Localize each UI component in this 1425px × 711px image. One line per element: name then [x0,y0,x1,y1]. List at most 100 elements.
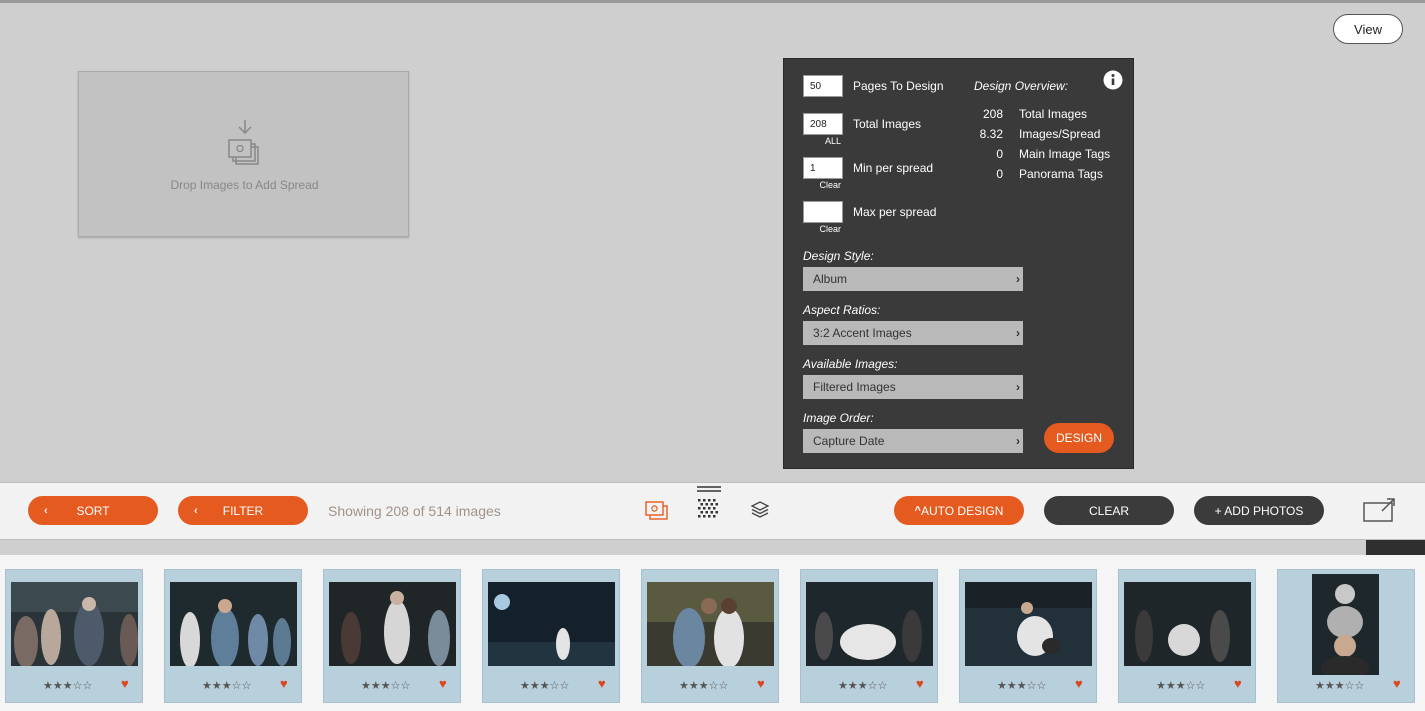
image-strip: ★★★☆☆ ♥ ★★★☆☆ ♥ ★★★☆☆ ♥ ★★★☆☆ ♥ ★★★☆☆ ♥ … [0,555,1425,711]
heart-icon[interactable]: ♥ [280,676,288,691]
min-per-spread-label: Min per spread [853,161,934,175]
image-thumbnail[interactable]: ★★★☆☆ ♥ [1118,569,1256,703]
image-count-status: Showing 208 of 514 images [328,503,501,519]
bottom-toolbar: ‹ SORT ‹ FILTER Showing 208 of 514 image… [0,482,1425,540]
auto-design-button[interactable]: ^ AUTO DESIGN [894,496,1024,525]
overview-images-per-spread-label: Images/Spread [1019,127,1101,141]
overview-main-image-tags-value: 0 [996,147,1003,161]
aspect-ratios-label: Aspect Ratios: [803,303,881,317]
image-thumbnail[interactable]: ★★★☆☆ ♥ [959,569,1097,703]
overview-total-images-label: Total Images [1019,107,1088,121]
add-photos-label: + ADD PHOTOS [1214,503,1304,518]
image-thumbnail[interactable]: ★★★☆☆ ♥ [164,569,302,703]
expand-window-icon[interactable] [1362,497,1396,523]
photo [11,582,138,666]
star-rating[interactable]: ★★★☆☆ [679,679,728,692]
overview-images-per-spread-value: 8.32 [979,127,1003,141]
total-images-label: Total Images [853,117,922,131]
star-rating[interactable]: ★★★☆☆ [43,679,92,692]
image-order-value: Capture Date [813,434,885,448]
drop-images-icon [228,120,259,165]
design-panel: 50 Pages To Design 208 Total Images ALL … [783,58,1134,469]
aspect-ratios-value: 3:2 Accent Images [813,326,912,340]
photo [806,582,933,666]
filter-button[interactable]: ‹ FILTER [178,496,308,525]
image-thumbnail[interactable]: ★★★☆☆ ♥ [641,569,779,703]
add-photos-button[interactable]: + ADD PHOTOS [1194,496,1324,525]
sort-button[interactable]: ‹ SORT [28,496,158,525]
overview-panorama-tags-label: Panorama Tags [1019,167,1103,181]
min-per-spread-input[interactable]: 1 [803,157,843,179]
chevron-right-icon: › [1016,434,1020,448]
filter-label: FILTER [222,503,264,518]
max-per-spread-input[interactable] [803,201,843,223]
spread-workspace: View Drop Images to Add Spread 50 Pages … [0,3,1425,482]
info-icon[interactable] [1103,70,1123,90]
design-overview-title: Design Overview: [974,79,1069,93]
photo-stack-icon[interactable] [645,500,669,522]
auto-design-label: AUTO DESIGN [920,503,1004,518]
image-thumbnail[interactable]: ★★★☆☆ ♥ [5,569,143,703]
available-images-label: Available Images: [803,357,898,371]
photo [1124,582,1251,666]
heart-icon[interactable]: ♥ [439,676,447,691]
star-rating[interactable]: ★★★☆☆ [1315,679,1364,692]
max-per-spread-clear-link[interactable]: Clear [803,224,843,234]
chevron-left-icon: ‹ [44,504,48,517]
heart-icon[interactable]: ♥ [1393,676,1401,691]
image-thumbnail[interactable]: ★★★☆☆ ♥ [323,569,461,703]
min-per-spread-clear-link[interactable]: Clear [803,180,843,190]
aspect-ratios-select[interactable]: 3:2 Accent Images › [803,321,1023,345]
image-thumbnail[interactable]: ★★★☆☆ ♥ [1277,569,1415,703]
design-button[interactable]: DESIGN [1044,423,1114,453]
photo [488,582,615,666]
heart-icon[interactable]: ♥ [598,676,606,691]
image-thumbnail[interactable]: ★★★☆☆ ♥ [482,569,620,703]
photo [329,582,456,666]
photo [170,582,297,666]
overview-panorama-tags-value: 0 [996,167,1003,181]
photo [647,582,774,666]
chevron-right-icon: › [1016,326,1020,340]
heart-icon[interactable]: ♥ [916,676,924,691]
sort-label: SORT [76,503,110,518]
design-style-select[interactable]: Album › [803,267,1023,291]
star-rating[interactable]: ★★★☆☆ [202,679,251,692]
total-images-all-link[interactable]: ALL [803,136,843,146]
heart-icon[interactable]: ♥ [1075,676,1083,691]
overview-total-images-value: 208 [982,107,1003,121]
image-order-label: Image Order: [803,411,874,425]
drop-zone-text: Drop Images to Add Spread [170,178,319,192]
drop-zone[interactable]: Drop Images to Add Spread [78,71,409,237]
strip-scroll-tab[interactable] [1366,540,1425,555]
photo [965,582,1092,666]
available-images-select[interactable]: Filtered Images › [803,375,1023,399]
image-order-select[interactable]: Capture Date › [803,429,1023,453]
clear-button[interactable]: CLEAR [1044,496,1174,525]
heart-icon[interactable]: ♥ [121,676,129,691]
chevron-right-icon: › [1016,380,1020,394]
design-style-value: Album [813,272,848,286]
overview-main-image-tags-label: Main Image Tags [1019,147,1111,161]
total-images-input[interactable]: 208 [803,113,843,135]
chevron-right-icon: › [1016,272,1020,286]
chevron-left-icon: ‹ [194,504,198,517]
grid-view-icon[interactable] [696,485,722,525]
design-style-label: Design Style: [803,249,874,263]
layers-icon[interactable] [750,500,770,520]
star-rating[interactable]: ★★★☆☆ [997,679,1046,692]
star-rating[interactable]: ★★★☆☆ [838,679,887,692]
available-images-value: Filtered Images [813,380,896,394]
star-rating[interactable]: ★★★☆☆ [1156,679,1205,692]
star-rating[interactable]: ★★★☆☆ [361,679,410,692]
pages-to-design-label: Pages To Design [853,79,944,93]
star-rating[interactable]: ★★★☆☆ [520,679,569,692]
heart-icon[interactable]: ♥ [757,676,765,691]
heart-icon[interactable]: ♥ [1234,676,1242,691]
pages-to-design-input[interactable]: 50 [803,75,843,97]
clear-label: CLEAR [1088,503,1129,518]
photo [1312,574,1379,675]
max-per-spread-label: Max per spread [853,205,937,219]
view-button[interactable]: View [1333,14,1403,44]
image-thumbnail[interactable]: ★★★☆☆ ♥ [800,569,938,703]
